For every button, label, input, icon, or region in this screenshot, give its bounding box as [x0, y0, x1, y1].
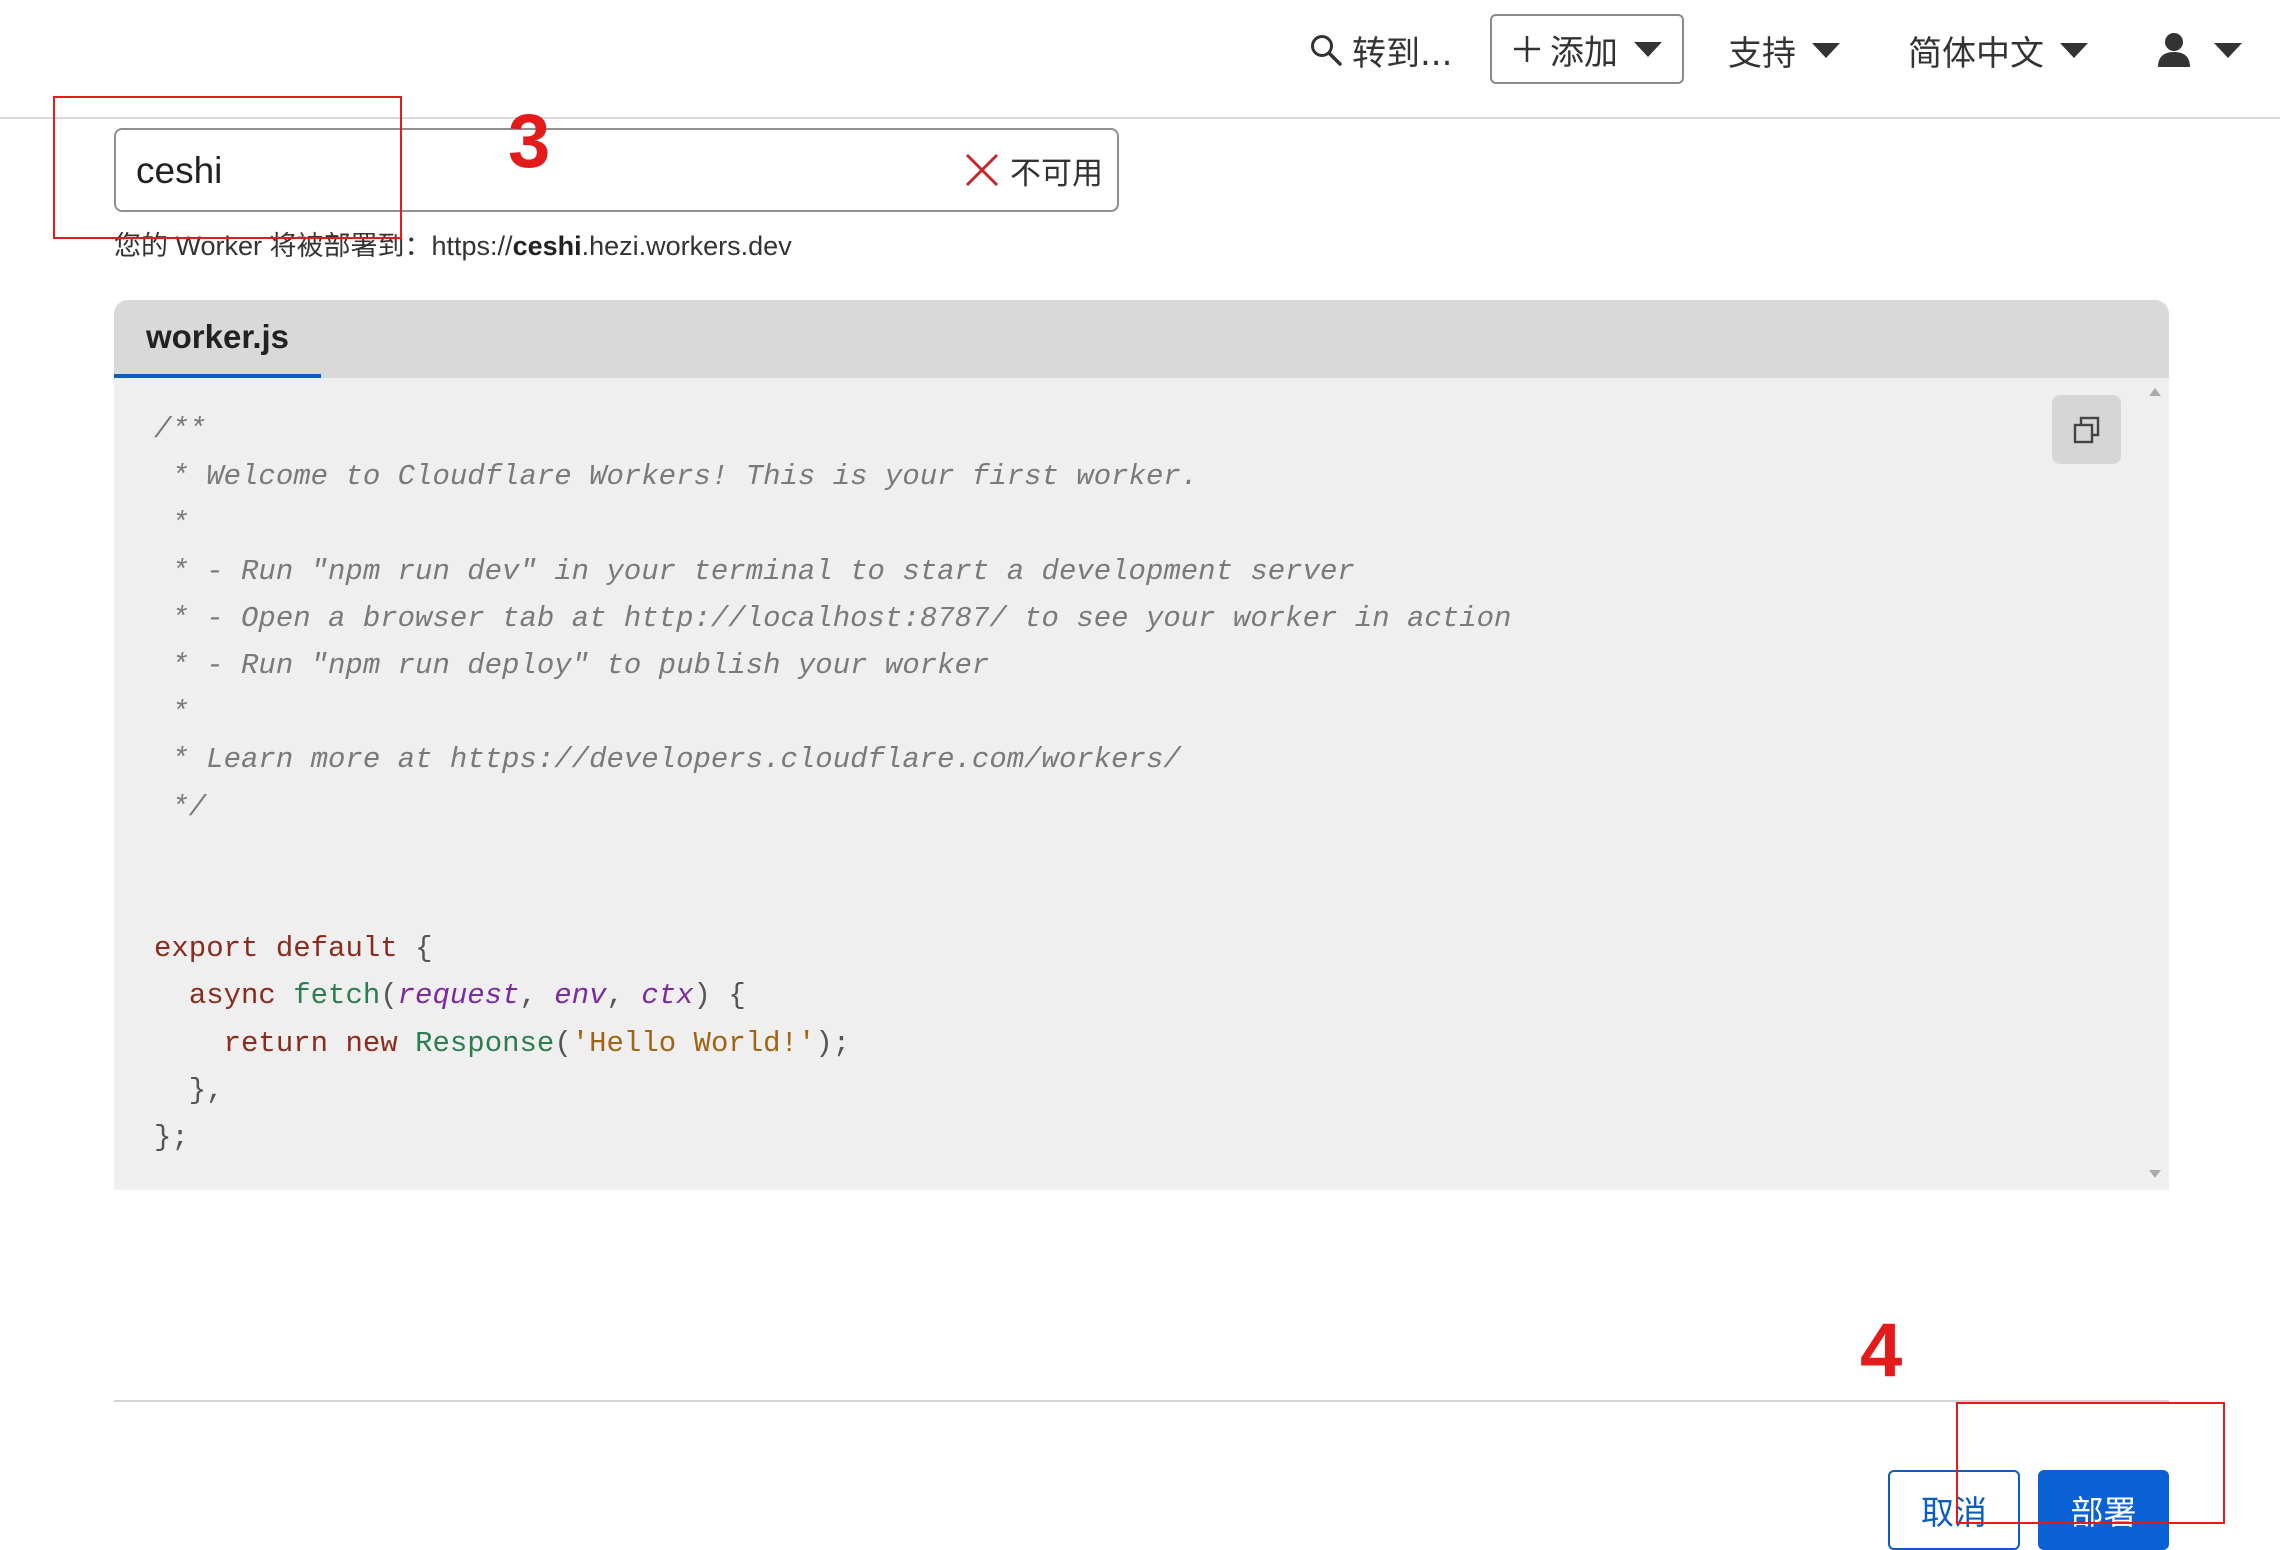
user-icon	[2156, 31, 2192, 69]
code-line: export default {	[154, 932, 433, 966]
code-line: * - Run "npm run dev" in your terminal t…	[154, 554, 1355, 588]
chevron-down-icon	[2060, 42, 2088, 58]
code-line: * - Run "npm run deploy" to publish your…	[154, 649, 990, 683]
availability-text: 不可用	[1010, 155, 1103, 192]
code-line: * - Open a browser tab at http://localho…	[154, 601, 1512, 635]
search-goto-button[interactable]: 转到...	[1308, 0, 1452, 100]
code-line: return new Response('Hello World!');	[223, 1026, 851, 1060]
support-label: 支持	[1728, 33, 1796, 74]
code-line: /**	[154, 413, 207, 446]
language-menu[interactable]: 简体中文	[1908, 0, 2088, 100]
annotation-step-number: 3	[508, 99, 551, 184]
chevron-down-icon	[2214, 42, 2242, 58]
add-button[interactable]: 添加	[1490, 14, 1684, 84]
scroll-down-arrow-icon[interactable]	[2149, 1170, 2161, 1178]
tab-label: worker.js	[145, 318, 290, 355]
search-icon	[1308, 32, 1344, 68]
code-line: async fetch(request, env, ctx) {	[188, 979, 746, 1013]
support-menu[interactable]: 支持	[1728, 0, 1840, 100]
search-goto-label: 转到...	[1352, 33, 1453, 74]
code-editor[interactable]: worker.js /** * Welcome to Cloudflare Wo…	[114, 300, 2169, 1190]
code-line: * Learn more at https://developers.cloud…	[154, 743, 1181, 777]
annotation-box-deploy	[1956, 1402, 2225, 1524]
code-line: *	[154, 696, 189, 730]
editor-tab-bar: worker.js	[114, 300, 2169, 378]
code-line: },	[154, 1073, 224, 1107]
chevron-down-icon	[1634, 41, 1662, 57]
tab-worker-js[interactable]: worker.js	[114, 300, 321, 378]
code-line: * Welcome to Cloudflare Workers! This is…	[154, 460, 1199, 494]
chevron-down-icon	[1812, 42, 1840, 58]
deploy-hint-name: ceshi	[512, 231, 582, 261]
copy-code-button[interactable]	[2052, 395, 2121, 464]
deploy-hint-domain: .hezi.workers.dev	[581, 231, 792, 261]
code-line: };	[154, 1121, 189, 1155]
code-content[interactable]: /** * Welcome to Cloudflare Workers! Thi…	[154, 406, 1511, 1161]
user-menu[interactable]	[2156, 0, 2242, 100]
availability-status: 不可用	[964, 130, 1103, 210]
scroll-up-arrow-icon[interactable]	[2149, 388, 2161, 396]
annotation-box-name	[53, 96, 402, 239]
code-line: *	[154, 507, 189, 541]
add-label: 添加	[1550, 32, 1618, 73]
deploy-hint-scheme: https://	[431, 231, 513, 261]
plus-icon	[1512, 34, 1542, 64]
language-label: 简体中文	[1908, 33, 2044, 74]
copy-icon	[2071, 414, 2103, 446]
close-icon	[964, 152, 1000, 188]
code-line: */	[154, 790, 207, 824]
footer-divider	[114, 1400, 2169, 1402]
annotation-step-number: 4	[1860, 1308, 1903, 1393]
